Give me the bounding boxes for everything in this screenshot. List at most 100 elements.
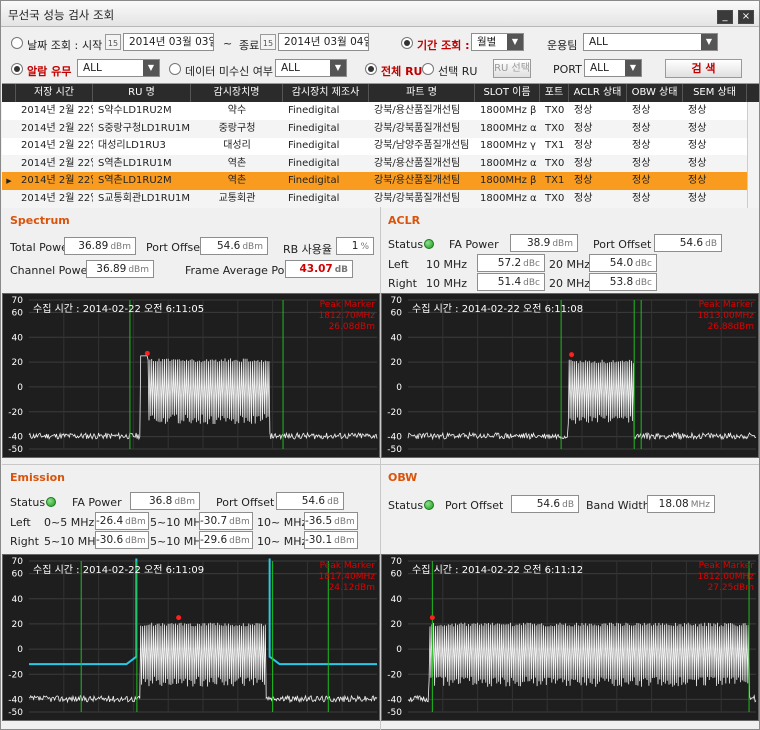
obw-plot: 70 60 40 20 0 -20 -40 -50 수집 시간 : 2014-02-22 오전… (381, 554, 759, 721)
all-ru-radio[interactable] (365, 63, 377, 75)
column-header[interactable]: RU 명 (93, 84, 191, 102)
table-cell: 중랑구청 (218, 122, 256, 134)
column-header[interactable]: 포트 (540, 84, 569, 102)
start-calendar-icon[interactable]: 15 (105, 34, 121, 50)
chevron-down-icon: ▼ (507, 34, 523, 50)
y-tick-label: 70 (391, 296, 403, 306)
obw-title: OBW (388, 471, 418, 484)
y-tick-label: -20 (8, 670, 23, 680)
row-indicator-icon (2, 190, 16, 208)
spectrum-title: Spectrum (10, 214, 70, 227)
emission-port-offset-number: 54.6 (301, 495, 326, 507)
table-row[interactable]: 2014년 2월 22일 S중랑구청LD1RU1M 중랑구청 Finedigital 강… (2, 119, 759, 138)
search-button[interactable]: 검 색 (665, 59, 742, 78)
end-date-field[interactable]: 2014년 03월 04일 (278, 33, 369, 51)
chevron-down-icon: ▼ (143, 60, 159, 76)
table-cell: 대성리LD1RU3 (98, 140, 166, 151)
aclr-fa-power-value: 38.9 dBm (510, 234, 578, 252)
table-row[interactable]: 2014년 2월 22일 S역촌LD1RU1M 역촌 Finedigital 강북/용산… (2, 154, 759, 173)
missing-data-select[interactable]: ALL ▼ (275, 59, 347, 77)
aclr-right-10-unit: dBc (523, 278, 540, 288)
aclr-peak-level: 26.88dBm (707, 322, 754, 332)
table-row[interactable]: 2014년 2월 22일 대성리LD1RU3 대성리 Finedigital 강북/남양… (2, 137, 759, 155)
aclr-left-20-label: 20 MHz (549, 258, 591, 271)
aclr-time: 수집 시간 : 2014-02-22 오전 6:11:08 (412, 304, 584, 315)
table-cell: 대성리 (223, 140, 251, 151)
column-header[interactable]: 파트 명 (369, 84, 475, 102)
aclr-port-offset-label: Port Offset (593, 238, 652, 251)
table-cell: 1800MHz α (480, 157, 537, 169)
port-offset-label: Port Offset (146, 241, 205, 254)
aclr-status-label: Status (388, 238, 424, 251)
spectrum-plot: 70 60 40 20 0 -20 -40 -50 수집 시간 : 2014-02-22 오전… (2, 293, 380, 458)
ru-select-button[interactable]: RU 선택 (493, 59, 531, 78)
port-select[interactable]: ALL ▼ (584, 59, 642, 77)
alarm-label: 알람 유무 (27, 65, 72, 78)
table-cell: 강북/용산품질개선팀 (374, 157, 461, 169)
table-row[interactable]: ▶ 2014년 2월 22일 S역촌LD1RU2M 역촌 Finedigital 강북/용… (2, 172, 759, 190)
close-icon[interactable]: × (738, 10, 754, 24)
emission-plot: 70 60 40 20 0 -20 -40 -50 수집 시간 : 2014-02-22 오전… (2, 554, 380, 721)
column-header[interactable]: SLOT 이름 (475, 84, 540, 102)
row-indicator-icon: ▶ (6, 177, 12, 185)
emission-panel: Emission Status FA Power 36.8 dBm Port Of… (2, 465, 380, 553)
table-cell: 정상 (574, 122, 593, 134)
obw-bandwidth-unit: MHz (690, 500, 710, 510)
alarm-radio[interactable] (11, 63, 23, 75)
port-offset-value: 54.6 dBm (200, 237, 268, 255)
table-cell: 2014년 2월 22일 (21, 175, 93, 186)
table-row[interactable]: 2014년 2월 22일 S약수LD1RU2M 약수 Finedigital 강북/용산… (2, 102, 759, 120)
end-calendar-icon[interactable]: 15 (260, 34, 276, 50)
date-query-radio[interactable] (11, 37, 23, 49)
column-header[interactable]: SEM 상태 (683, 84, 747, 102)
port-offset-number: 54.6 (216, 240, 241, 252)
missing-data-radio[interactable] (169, 63, 181, 75)
table-scrollbar[interactable] (747, 102, 759, 208)
port-select-value: ALL (590, 62, 609, 74)
table-cell: 정상 (632, 105, 651, 116)
period-select[interactable]: 월별 ▼ (471, 33, 524, 51)
emission-left-3-value: -36.5 dBm (304, 512, 358, 530)
aclr-status-led-icon (424, 239, 434, 249)
table-cell: S역촌LD1RU1M (98, 157, 172, 169)
aclr-plot: 70 60 40 20 0 -20 -40 -50 수집 시간 : 2014-02-22 오전… (381, 293, 759, 458)
column-header[interactable]: 감시장치 제조사 (283, 84, 369, 102)
column-header[interactable]: OBW 상태 (627, 84, 683, 102)
chevron-down-icon: ▼ (701, 34, 717, 50)
column-header[interactable]: 저장 시간 (16, 84, 93, 102)
start-date-field[interactable]: 2014년 03월 03일 (123, 33, 214, 51)
y-tick-label: 0 (17, 383, 23, 393)
team-select[interactable]: ALL ▼ (583, 33, 718, 51)
emission-fa-power-unit: dBm (174, 497, 195, 507)
y-tick-label: 60 (12, 308, 24, 318)
period-query-radio[interactable] (401, 37, 413, 49)
aclr-right-20-number: 53.8 (609, 276, 634, 288)
table-cell: 강북/강북품질개선팀 (374, 122, 461, 134)
table-cell: TX0 (545, 105, 565, 116)
total-power-number: 36.89 (78, 240, 109, 252)
select-ru-radio[interactable] (422, 63, 434, 75)
y-tick-label: -40 (387, 433, 402, 443)
table-row[interactable]: 2014년 2월 22일 S교통회관LD1RU1M 교통회관 Finedigital 강… (2, 189, 759, 208)
column-header[interactable]: ACLR 상태 (569, 84, 627, 102)
row-indicator-header (2, 84, 16, 102)
emission-fa-power-number: 36.8 (148, 495, 173, 507)
emission-status-led-icon (46, 497, 56, 507)
obw-peak-marker: Peak Marker 1812.00MHz 27.25dBm (698, 561, 754, 594)
frame-avg-value: 43.07 dB (285, 260, 353, 278)
minimize-icon[interactable]: _ (717, 10, 733, 24)
emission-right-2-value: -29.6 dBm (199, 531, 253, 549)
column-header[interactable]: 감시장치명 (191, 84, 283, 102)
alarm-select[interactable]: ALL ▼ (77, 59, 160, 77)
table-cell: Finedigital (288, 122, 340, 134)
emission-right-label: Right (10, 535, 39, 548)
table-cell: 정상 (574, 157, 593, 169)
emission-right-b3-label: 10~ MHz (257, 535, 308, 548)
y-tick-label: 40 (391, 595, 403, 605)
aclr-port-offset-unit: dB (705, 239, 717, 249)
table-cell: Finedigital (288, 175, 340, 186)
emission-port-offset-label: Port Offset (216, 496, 275, 509)
emission-right-3-value: -30.1 dBm (304, 531, 358, 549)
y-tick-label: -20 (387, 408, 402, 418)
spectrum-peak-marker: Peak Marker 1812.70MHz 26.08dBm (319, 300, 375, 333)
